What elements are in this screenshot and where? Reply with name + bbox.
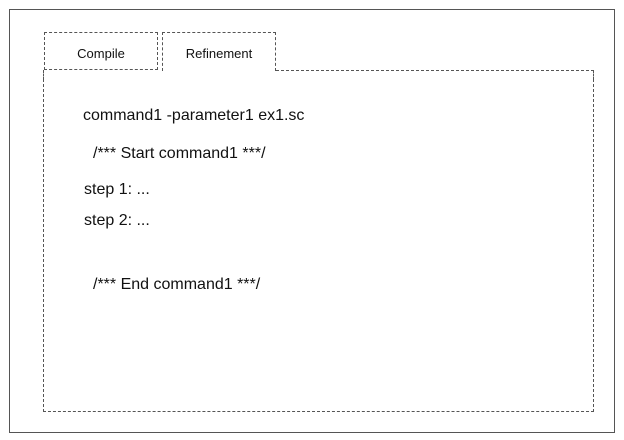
end-comment-line: /*** End command1 ***/ [93, 276, 261, 293]
tab-compile[interactable]: Compile [44, 32, 158, 70]
tab-compile-label: Compile [77, 46, 125, 61]
step-1-line: step 1: ... [84, 181, 150, 198]
step-2-line: step 2: ... [84, 212, 150, 229]
command-line: command1 -parameter1 ex1.sc [83, 107, 305, 124]
tab-refinement[interactable]: Refinement [162, 32, 276, 71]
refinement-content-panel [43, 79, 594, 412]
start-comment-line: /*** Start command1 ***/ [93, 145, 266, 162]
tab-refinement-label: Refinement [185, 46, 253, 61]
